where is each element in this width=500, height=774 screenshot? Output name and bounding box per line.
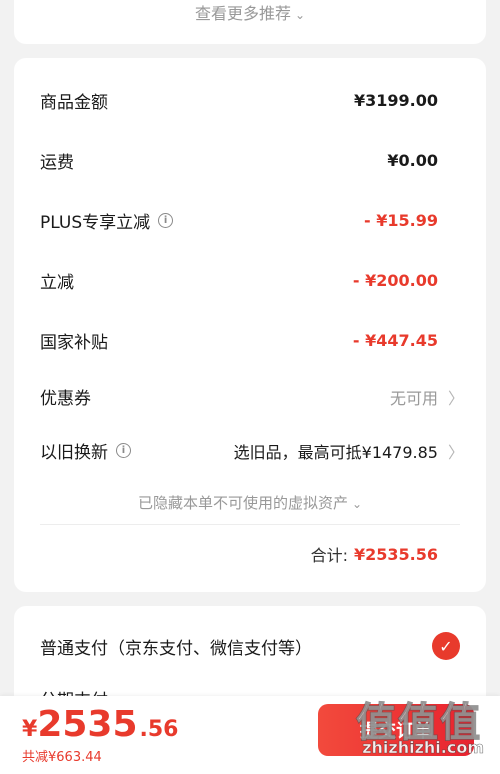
trade-in-label: 以旧换新	[40, 443, 108, 463]
hidden-assets-toggle[interactable]: 已隐藏本单不可使用的虚拟资产 ⌄	[14, 492, 486, 513]
national-subsidy-label: 国家补贴	[40, 333, 108, 353]
row-trade-in[interactable]: 以旧换新 i 选旧品，最高可抵¥1479.85 〉	[40, 438, 464, 464]
total-value: ¥2535.56	[353, 544, 438, 564]
chevron-down-icon: ⌄	[351, 497, 363, 511]
more-recommendations-link[interactable]: 查看更多推荐 ⌄	[14, 0, 486, 24]
recommend-card: 查看更多推荐 ⌄	[14, 0, 486, 44]
price-integer: 2535	[37, 704, 138, 745]
bottom-bar: ¥ 2535 .56 共减¥663.44 提交订单 值值值 zhizhizhi.…	[0, 696, 500, 774]
more-recommendations-label: 查看更多推荐	[194, 4, 291, 23]
submit-order-button[interactable]: 提交订单	[318, 704, 474, 756]
check-circle-icon[interactable]: ✓	[432, 632, 460, 660]
chevron-right-icon: 〉	[447, 442, 464, 462]
plus-discount-value: - ¥15.99	[364, 211, 438, 230]
chevron-down-icon: ⌄	[294, 8, 306, 22]
national-subsidy-value: - ¥447.45	[352, 331, 438, 350]
payment-option-normal[interactable]: 普通支付（京东支付、微信支付等） ✓	[40, 632, 460, 660]
order-summary-card: 商品金额 ¥3199.00 运费 ¥0.00 PLUS专享立减 i - ¥15.…	[14, 58, 486, 592]
total-row: 合计: ¥2535.56	[311, 542, 438, 566]
total-price: ¥ 2535 .56	[22, 704, 179, 745]
trade-in-value: 选旧品，最高可抵¥1479.85	[233, 442, 438, 462]
row-shipping: 运费 ¥0.00	[40, 148, 438, 173]
row-national-subsidy: 国家补贴 - ¥447.45	[40, 328, 438, 353]
info-icon[interactable]: i	[158, 213, 174, 228]
chevron-right-icon: 〉	[447, 388, 464, 408]
total-saved: 共减¥663.44	[22, 750, 102, 765]
divider	[40, 524, 460, 525]
payment-option-normal-label: 普通支付（京东支付、微信支付等）	[40, 638, 312, 659]
hidden-assets-label: 已隐藏本单不可使用的虚拟资产	[137, 494, 348, 512]
plus-discount-label: PLUS专享立减	[40, 213, 151, 233]
coupon-value: 无可用	[389, 388, 438, 408]
info-icon[interactable]: i	[116, 443, 131, 458]
row-goods-amount: 商品金额 ¥3199.00	[40, 88, 438, 113]
instant-discount-value: - ¥200.00	[352, 271, 438, 290]
shipping-value: ¥0.00	[387, 151, 438, 170]
row-plus-discount: PLUS专享立减 i - ¥15.99	[40, 208, 438, 233]
total-label: 合计:	[310, 546, 348, 565]
shipping-label: 运费	[40, 153, 74, 173]
row-coupon[interactable]: 优惠券 无可用 〉	[40, 384, 464, 410]
price-currency: ¥	[22, 717, 38, 742]
coupon-label: 优惠券	[40, 389, 91, 409]
goods-amount-label: 商品金额	[40, 93, 108, 113]
row-instant-discount: 立减 - ¥200.00	[40, 268, 438, 293]
price-decimal: .56	[139, 717, 179, 742]
goods-amount-value: ¥3199.00	[353, 91, 438, 110]
instant-discount-label: 立减	[40, 273, 74, 293]
